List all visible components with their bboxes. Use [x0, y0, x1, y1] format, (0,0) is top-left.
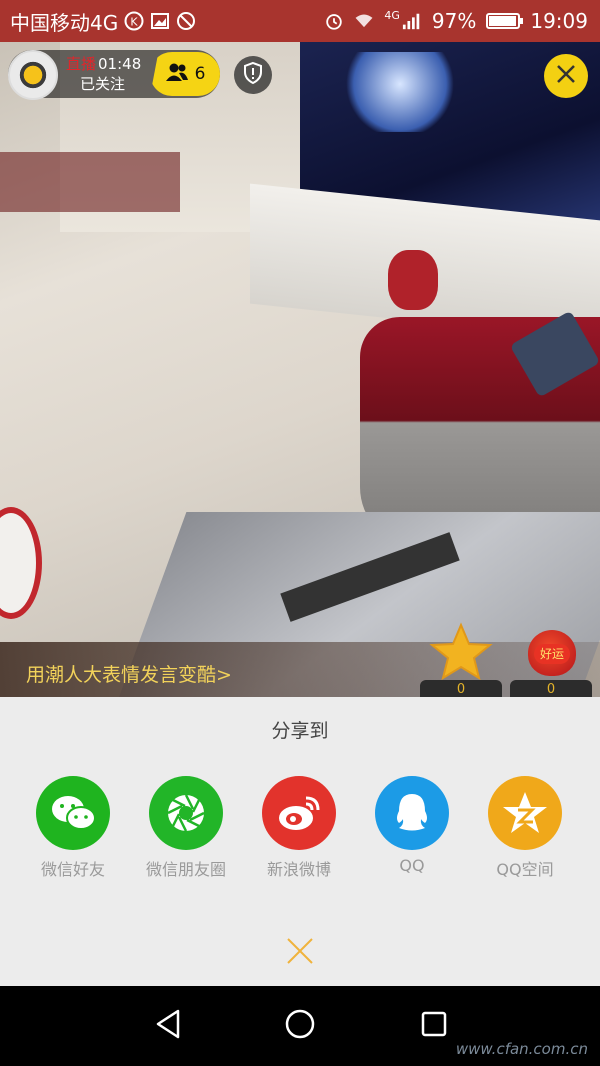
- close-live-button[interactable]: [544, 54, 588, 98]
- share-label: QQ空间: [496, 860, 554, 879]
- k-badge-icon: K: [124, 11, 144, 31]
- viewer-count-button[interactable]: 6: [150, 52, 220, 96]
- wifi-icon: [354, 11, 374, 31]
- lucky-bag-badge: 好运: [534, 644, 570, 664]
- share-cancel-button[interactable]: [0, 919, 600, 986]
- share-weibo[interactable]: 新浪微博: [244, 776, 354, 880]
- battery-percent: 97%: [431, 9, 477, 33]
- follow-status[interactable]: 已关注: [80, 74, 141, 94]
- share-wechat-moments[interactable]: 微信朋友圈: [131, 776, 241, 880]
- weibo-icon: [262, 776, 336, 850]
- lucky-bag-button[interactable]: 好运 0: [510, 622, 592, 698]
- watermark: www.cfan.com.cn: [455, 1040, 588, 1058]
- qq-icon: [375, 776, 449, 850]
- share-label: 新浪微博: [266, 860, 331, 879]
- back-triangle-icon: [153, 1008, 183, 1044]
- share-wechat-friend[interactable]: 微信好友: [18, 776, 128, 880]
- star-gift-count: 0: [420, 680, 502, 698]
- avatar[interactable]: [8, 50, 58, 100]
- navigation-bar: www.cfan.com.cn: [0, 986, 600, 1066]
- signal-icon: [402, 11, 422, 31]
- star-gift-button[interactable]: 0: [420, 622, 502, 698]
- share-label: 微信好友: [40, 860, 105, 879]
- live-label: 直播: [66, 55, 97, 73]
- recents-button[interactable]: [416, 1008, 452, 1044]
- share-sheet-title: 分享到: [271, 720, 329, 742]
- svg-text:K: K: [131, 16, 139, 29]
- share-label: 微信朋友圈: [145, 860, 226, 879]
- viewer-count: 6: [194, 64, 206, 84]
- qzone-icon: [488, 776, 562, 850]
- host-info: 直播 01:48 已关注: [66, 54, 141, 94]
- report-button[interactable]: [234, 56, 272, 94]
- home-circle-icon: [284, 1008, 316, 1044]
- share-label: QQ: [399, 856, 425, 875]
- sticker-hint-link[interactable]: 用潮人大表情发言变酷>: [26, 660, 232, 687]
- network-type-label: 4G: [384, 8, 400, 22]
- carrier-label: 中国移动4G: [10, 10, 119, 35]
- lucky-bag-icon: 好运: [528, 630, 576, 676]
- clock-time: 19:09: [530, 9, 588, 33]
- live-duration: 01:48: [98, 55, 142, 73]
- recents-square-icon: [419, 1009, 449, 1043]
- close-icon: [554, 62, 578, 90]
- live-video[interactable]: [0, 42, 600, 697]
- home-button[interactable]: [282, 1008, 318, 1044]
- no-disturb-icon: [176, 11, 196, 31]
- lucky-bag-count: 0: [510, 680, 592, 698]
- battery-icon: [486, 13, 524, 29]
- alarm-icon: [324, 11, 344, 31]
- close-icon: [285, 936, 315, 970]
- viewers-icon: [165, 62, 189, 87]
- moments-icon: [149, 776, 223, 850]
- shield-icon: [242, 61, 264, 89]
- wechat-icon: [36, 776, 110, 850]
- status-bar: 中国移动4G K 4G 97% 19:09: [0, 0, 600, 42]
- share-qq[interactable]: QQ: [357, 776, 467, 875]
- back-button[interactable]: [150, 1008, 186, 1044]
- image-icon: [150, 11, 170, 31]
- share-qzone[interactable]: QQ空间: [470, 776, 580, 880]
